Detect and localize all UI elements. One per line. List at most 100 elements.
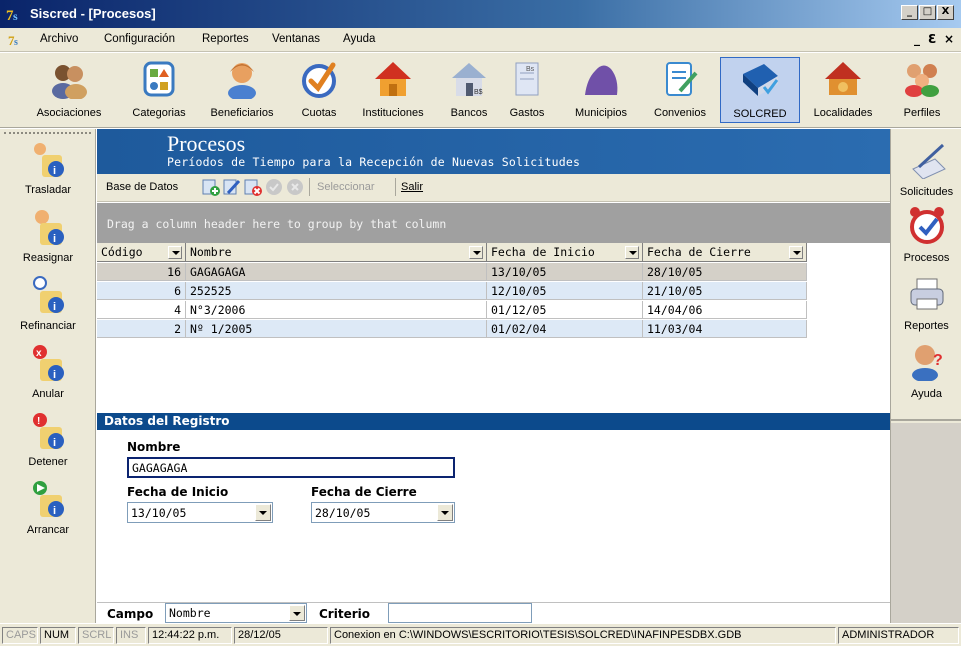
column-filter-dropdown-icon[interactable]	[789, 246, 803, 259]
mdi-restore-button[interactable]: Ɛ	[928, 32, 936, 46]
toolbar-asociaciones-button[interactable]: Asociaciones	[28, 57, 110, 123]
toolbar-label: Instituciones	[362, 107, 424, 119]
sidebar-item-ayuda[interactable]: ? Ayuda	[891, 341, 961, 407]
help-person-icon: ?	[911, 345, 942, 381]
sidebar-item-procesos[interactable]: Procesos	[891, 205, 961, 271]
svg-text:B$: B$	[474, 89, 483, 96]
toolbar-separator	[309, 178, 310, 196]
mdi-window-icon[interactable]: 7 s	[8, 32, 24, 48]
svg-text:i: i	[53, 165, 56, 177]
sidebar-item-trasladar[interactable]: i Trasladar	[0, 139, 96, 205]
table-row[interactable]: 2 Nº 1/2005 01/02/04 11/03/04	[97, 320, 807, 338]
toolbar-bancos-button[interactable]: B$ Bancos	[442, 57, 496, 123]
svg-text:i: i	[53, 233, 56, 245]
nombre-field[interactable]: GAGAGAGA	[127, 457, 455, 478]
column-filter-dropdown-icon[interactable]	[469, 246, 483, 259]
reassign-icon: i	[35, 210, 64, 245]
column-header-fecha-cierre[interactable]: Fecha de Cierre	[643, 243, 807, 262]
sidebar-label: Reportes	[904, 320, 949, 332]
campo-select[interactable]: Nombre	[165, 603, 307, 623]
menu-archivo[interactable]: Archivo	[40, 33, 78, 45]
toolbar-cuotas-button[interactable]: Cuotas	[294, 57, 344, 123]
maximize-button[interactable]: □	[919, 5, 936, 20]
fecha-cierre-value: 28/10/05	[315, 506, 371, 520]
toolbar-categorias-button[interactable]: Categorias	[122, 57, 196, 123]
close-button[interactable]: X	[937, 5, 954, 20]
sidebar-item-solicitudes[interactable]: Solicitudes	[891, 139, 961, 205]
status-date: 28/12/05	[234, 627, 328, 644]
cell-fecha-inicio: 13/10/05	[487, 263, 643, 281]
svg-text:i: i	[53, 301, 56, 313]
cell-fecha-cierre: 11/03/04	[643, 320, 807, 338]
chevron-down-icon[interactable]	[255, 504, 271, 521]
search-filter-bar: Campo Nombre Criterio	[97, 602, 890, 623]
sidebar-label: Trasladar	[24, 184, 72, 196]
toolbar-solcred-button[interactable]: SOLCRED	[720, 57, 800, 123]
toolbar-localidades-button[interactable]: Localidades	[804, 57, 882, 123]
toolbar-label: Localidades	[813, 107, 873, 119]
page-title: Procesos	[167, 131, 246, 156]
save-record-icon[interactable]	[265, 178, 283, 196]
toolbar-beneficiarios-button[interactable]: Beneficiarios	[200, 57, 284, 123]
edit-record-icon[interactable]	[223, 178, 241, 196]
column-header-label: Código	[101, 245, 143, 259]
menu-ayuda[interactable]: Ayuda	[343, 33, 375, 45]
title-bar: 7 s Siscred - [Procesos] _ □ X	[0, 0, 961, 28]
table-row[interactable]: 6 252525 12/10/05 21/10/05	[97, 282, 807, 300]
menu-configuracion[interactable]: Configuración	[104, 33, 175, 45]
status-user: ADMINISTRADOR	[838, 627, 959, 644]
toolbar-label: SOLCRED	[733, 108, 787, 120]
cell-fecha-cierre: 21/10/05	[643, 282, 807, 300]
sidebar-item-detener[interactable]: ! i Detener	[0, 411, 96, 477]
column-header-codigo[interactable]: Código	[97, 243, 186, 262]
add-record-icon[interactable]	[202, 178, 220, 196]
menu-reportes[interactable]: Reportes	[202, 33, 249, 45]
mdi-minimize-button[interactable]: _	[914, 32, 920, 46]
minimize-button[interactable]: _	[901, 5, 918, 20]
sidebar-item-anular[interactable]: x i Anular	[0, 343, 96, 409]
delete-record-icon[interactable]	[244, 178, 262, 196]
fecha-cierre-select[interactable]: 28/10/05	[311, 502, 455, 523]
toolbar-gastos-button[interactable]: Bs Gastos	[500, 57, 554, 123]
right-sidebar-empty-area	[891, 423, 961, 623]
table-row[interactable]: 16 GAGAGAGA 13/10/05 28/10/05	[97, 263, 807, 281]
cell-nombre: Nº 1/2005	[186, 320, 487, 338]
table-row[interactable]: 4 N°3/2006 01/12/05 14/04/06	[97, 301, 807, 319]
exit-button[interactable]: Salir	[401, 181, 423, 193]
column-header-nombre[interactable]: Nombre	[186, 243, 487, 262]
svg-text:s: s	[14, 37, 18, 48]
start-icon: i	[33, 481, 64, 517]
toolbar-perfiles-button[interactable]: Perfiles	[888, 57, 956, 123]
fecha-inicio-select[interactable]: 13/10/05	[127, 502, 273, 523]
column-header-label: Fecha de Cierre	[647, 245, 751, 259]
column-header-label: Nombre	[190, 245, 232, 259]
column-filter-dropdown-icon[interactable]	[625, 246, 639, 259]
column-filter-dropdown-icon[interactable]	[168, 246, 182, 259]
column-header-fecha-inicio[interactable]: Fecha de Inicio	[487, 243, 643, 262]
sidebar-item-reportes[interactable]: Reportes	[891, 273, 961, 339]
book-icon	[743, 64, 779, 96]
sidebar-grip	[4, 132, 91, 134]
toolbar-municipios-button[interactable]: Municipios	[564, 57, 638, 123]
chevron-down-icon[interactable]	[437, 504, 453, 521]
criterio-input[interactable]	[388, 603, 532, 623]
toolbar-instituciones-button[interactable]: Instituciones	[352, 57, 434, 123]
select-button[interactable]: Seleccionar	[317, 181, 374, 193]
grid-header: Código Nombre Fecha de Inicio Fecha de C…	[97, 243, 807, 262]
toolbar-label: Cuotas	[301, 107, 337, 119]
toolbar-label: Gastos	[509, 107, 545, 119]
cancel-record-icon[interactable]	[286, 178, 304, 196]
group-by-area[interactable]: Drag a column header here to group by th…	[97, 203, 890, 243]
printer-icon	[910, 278, 943, 310]
sidebar-item-refinanciar[interactable]: i Refinanciar	[0, 275, 96, 341]
chevron-down-icon[interactable]	[289, 605, 305, 621]
sidebar-item-reasignar[interactable]: i Reasignar	[0, 207, 96, 273]
sidebar-item-arrancar[interactable]: i Arrancar	[0, 479, 96, 545]
cell-fecha-cierre: 28/10/05	[643, 263, 807, 281]
stop-icon: ! i	[33, 413, 64, 449]
toolbar-convenios-button[interactable]: Convenios	[644, 57, 716, 123]
mdi-close-button[interactable]: ×	[944, 32, 954, 46]
left-sidebar: i Trasladar i Reasignar i Refinanciar x …	[0, 129, 96, 623]
status-ins: INS	[116, 627, 146, 644]
menu-ventanas[interactable]: Ventanas	[272, 33, 320, 45]
